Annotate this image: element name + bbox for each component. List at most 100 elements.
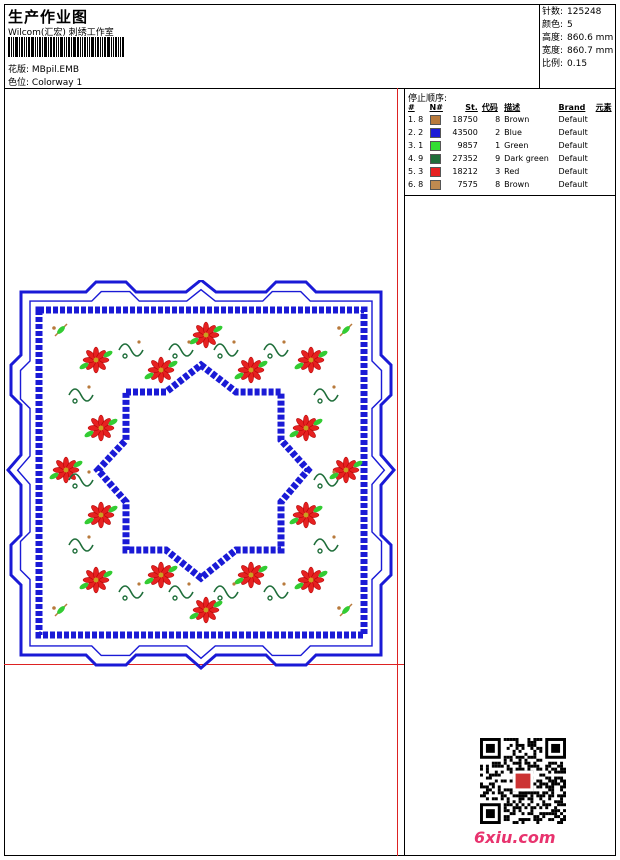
qr-module: [518, 794, 522, 798]
qr-module: [506, 788, 510, 792]
qr-module: [530, 794, 534, 798]
colorway-value: Colorway 1: [31, 78, 83, 88]
qr-module: [480, 767, 483, 771]
corner-sprig-berry: [52, 326, 56, 330]
qr-module: [560, 818, 564, 822]
qr-module: [533, 755, 537, 759]
color-swatch: [428, 152, 447, 165]
qr-module: [518, 809, 522, 813]
qr-module: [539, 785, 543, 789]
qr-module: [480, 785, 483, 789]
qr-module: [485, 788, 489, 792]
qr-module: [482, 791, 486, 795]
berry: [232, 340, 236, 344]
qr-module: [509, 758, 513, 762]
qr-module: [533, 806, 537, 810]
row-element: [594, 178, 616, 191]
stat-height: 高度: 860.6 mm: [542, 33, 614, 43]
corner-sprig-berry: [337, 326, 341, 330]
qr-module: [512, 812, 516, 816]
qr-module: [542, 791, 546, 795]
qr-module: [542, 812, 546, 816]
qr-module: [551, 782, 555, 786]
qr-module: [500, 794, 504, 798]
row-code: 8: [495, 115, 501, 124]
row-description: Brown: [504, 180, 530, 189]
qr-module: [563, 809, 566, 813]
flower-center: [98, 512, 104, 518]
qr-module: [560, 764, 564, 768]
qr-module: [527, 767, 531, 771]
row-element: [594, 139, 616, 152]
qr-module: [503, 755, 507, 759]
row-stitches: 18750: [452, 115, 478, 124]
color-swatch: [428, 165, 447, 178]
qr-module: [512, 821, 516, 824]
qr-module: [527, 740, 531, 744]
flower-center: [343, 467, 349, 473]
qr-module: [539, 749, 543, 753]
vine-swirl: [118, 343, 144, 357]
qr-module: [557, 776, 561, 780]
qr-module: [545, 776, 549, 780]
qr-module: [533, 738, 537, 741]
qr-module: [506, 809, 510, 813]
qr-module: [524, 791, 528, 795]
table-row: 5. 3 18212 3 Red Default: [406, 165, 616, 178]
qr-module: [533, 749, 537, 753]
watermark-logo: 6xiu.com: [474, 828, 556, 847]
qr-module: [554, 776, 558, 780]
qr-module: [551, 779, 555, 783]
qr-module: [485, 776, 489, 780]
qr-module: [548, 761, 552, 765]
qr-module: [480, 794, 483, 798]
vine-swirl: [118, 585, 144, 599]
qr-module: [533, 761, 537, 765]
flower-center: [93, 577, 99, 583]
stats-divider: [539, 4, 540, 88]
table-row: 4. 9 27352 9 Dark green Default: [406, 152, 616, 165]
qr-module: [548, 803, 552, 807]
color-swatch: [428, 178, 447, 191]
qr-module: [548, 764, 552, 768]
flower-center: [308, 357, 314, 363]
qr-module: [539, 779, 543, 783]
qr-module: [480, 773, 483, 777]
qr-module: [548, 776, 552, 780]
qr-module: [551, 788, 555, 792]
vine-swirl: [313, 388, 339, 402]
qr-module: [503, 806, 507, 810]
qr-module: [515, 767, 519, 771]
qr-module: [512, 794, 516, 798]
flower-center: [98, 425, 104, 431]
qr-module: [560, 776, 564, 780]
qr-module: [518, 797, 522, 801]
row-stitches: 9857: [457, 141, 478, 150]
qr-module: [515, 803, 519, 807]
row-brand: Default: [558, 128, 588, 137]
row-code: 1: [495, 141, 501, 150]
qr-module: [488, 788, 492, 792]
vine-curl: [317, 483, 323, 489]
qr-module: [524, 758, 528, 762]
vine-swirl: [168, 585, 194, 599]
qr-module: [515, 740, 519, 744]
qr-module: [485, 791, 489, 795]
qr-module: [530, 806, 534, 810]
qr-module: [530, 800, 534, 804]
row-index: 4. 9: [408, 154, 424, 163]
qr-module: [494, 764, 498, 768]
design-label: 花版:: [8, 65, 30, 75]
qr-module: [539, 818, 543, 822]
qr-module: [527, 803, 531, 807]
qr-module: [512, 738, 516, 741]
table-row: 2. 2 43500 2 Blue Default: [406, 126, 616, 139]
col-element: 元素: [595, 103, 612, 112]
qr-module: [542, 794, 546, 798]
qr-module: [491, 782, 495, 786]
qr-module: [509, 788, 513, 792]
qr-module: [560, 767, 564, 771]
qr-center-logo: [515, 773, 531, 789]
qr-finder-core: [551, 743, 561, 753]
qr-module: [503, 758, 507, 762]
